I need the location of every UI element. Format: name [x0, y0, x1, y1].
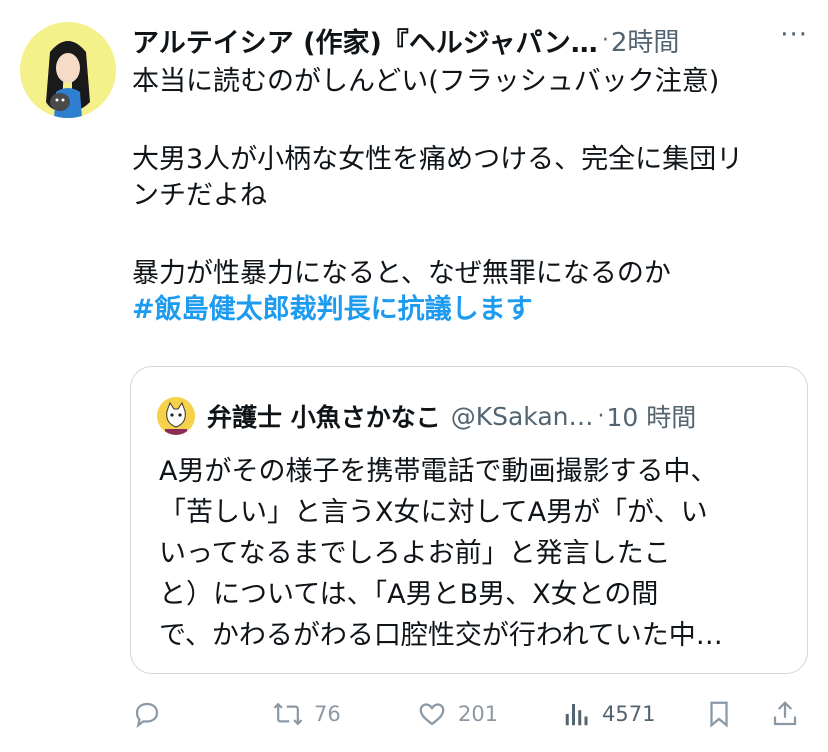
- tweet-text: 本当に読むのがしんどい(フラッシュバック注意) 大男3人が小柄な女性を痛めつける…: [132, 64, 822, 328]
- quoted-tweet-text: A男がその様子を携帯電話で動画撮影する中、 「苦しい」と言うX女に対してA男が「…: [159, 451, 789, 656]
- heart-icon: [416, 699, 448, 729]
- quoted-tweet-time: 10 時間: [606, 403, 697, 432]
- quoted-line: と）については、「A男とB男、X女との間: [159, 579, 659, 610]
- retweet-button[interactable]: 76: [272, 692, 341, 736]
- quoted-line: 「苦しい」と言うX女に対してA男が「が、い: [159, 497, 708, 528]
- quoted-author-avatar[interactable]: [157, 397, 195, 435]
- quoted-line: で、かわるがわる口腔性交が行われていた中…: [159, 620, 723, 651]
- tweet-line: 大男3人が小柄な女性を痛めつける、完全に集団リ: [132, 144, 744, 175]
- quoted-author-name: 弁護士 小魚さかなこ: [207, 403, 441, 432]
- tweet-line: ンチだよね: [132, 180, 267, 211]
- views-count: 4571: [602, 702, 656, 726]
- author-avatar[interactable]: [20, 22, 116, 118]
- tweet-line: 本当に読むのがしんどい(フラッシュバック注意): [132, 66, 720, 97]
- like-count: 201: [458, 702, 499, 726]
- quoted-tweet-header: 弁護士 小魚さかなこ @KSakan… · 10 時間: [157, 397, 787, 435]
- reply-icon: [132, 699, 162, 729]
- share-button[interactable]: [770, 692, 800, 736]
- quoted-line: A男がその様子を携帯電話で動画撮影する中、: [159, 456, 718, 487]
- views-button[interactable]: 4571: [562, 692, 655, 736]
- quoted-line: いってなるまでしろよお前」と発言したこ: [159, 538, 671, 569]
- more-options-icon[interactable]: ···: [780, 20, 808, 50]
- tweet-header: アルテイシア (作家)『ヘルジャパン… · 2時間 ···: [132, 20, 812, 60]
- share-icon: [770, 699, 800, 729]
- quoted-tweet-card[interactable]: 弁護士 小魚さかなこ @KSakan… · 10 時間 A男がその様子を携帯電話…: [130, 366, 808, 674]
- bookmark-icon: [704, 699, 734, 729]
- views-icon: [562, 699, 592, 729]
- like-button[interactable]: 201: [416, 692, 498, 736]
- tweet-actions-bar: 76 201 4571: [128, 692, 818, 736]
- separator-dot: ·: [601, 27, 609, 53]
- bookmark-button[interactable]: [704, 692, 734, 736]
- hashtag-link[interactable]: #飯島健太郎裁判長に抗議します: [132, 292, 822, 328]
- author-name[interactable]: アルテイシア (作家)『ヘルジャパン…: [132, 21, 598, 60]
- reply-button[interactable]: [132, 692, 162, 736]
- tweet-time[interactable]: 2時間: [611, 22, 680, 59]
- retweet-icon: [272, 699, 304, 729]
- tweet-line: 暴力が性暴力になると、なぜ無罪になるのか: [132, 258, 671, 289]
- separator-dot: ·: [597, 403, 605, 429]
- quoted-author-handle: @KSakan…: [450, 401, 594, 431]
- retweet-count: 76: [314, 702, 341, 726]
